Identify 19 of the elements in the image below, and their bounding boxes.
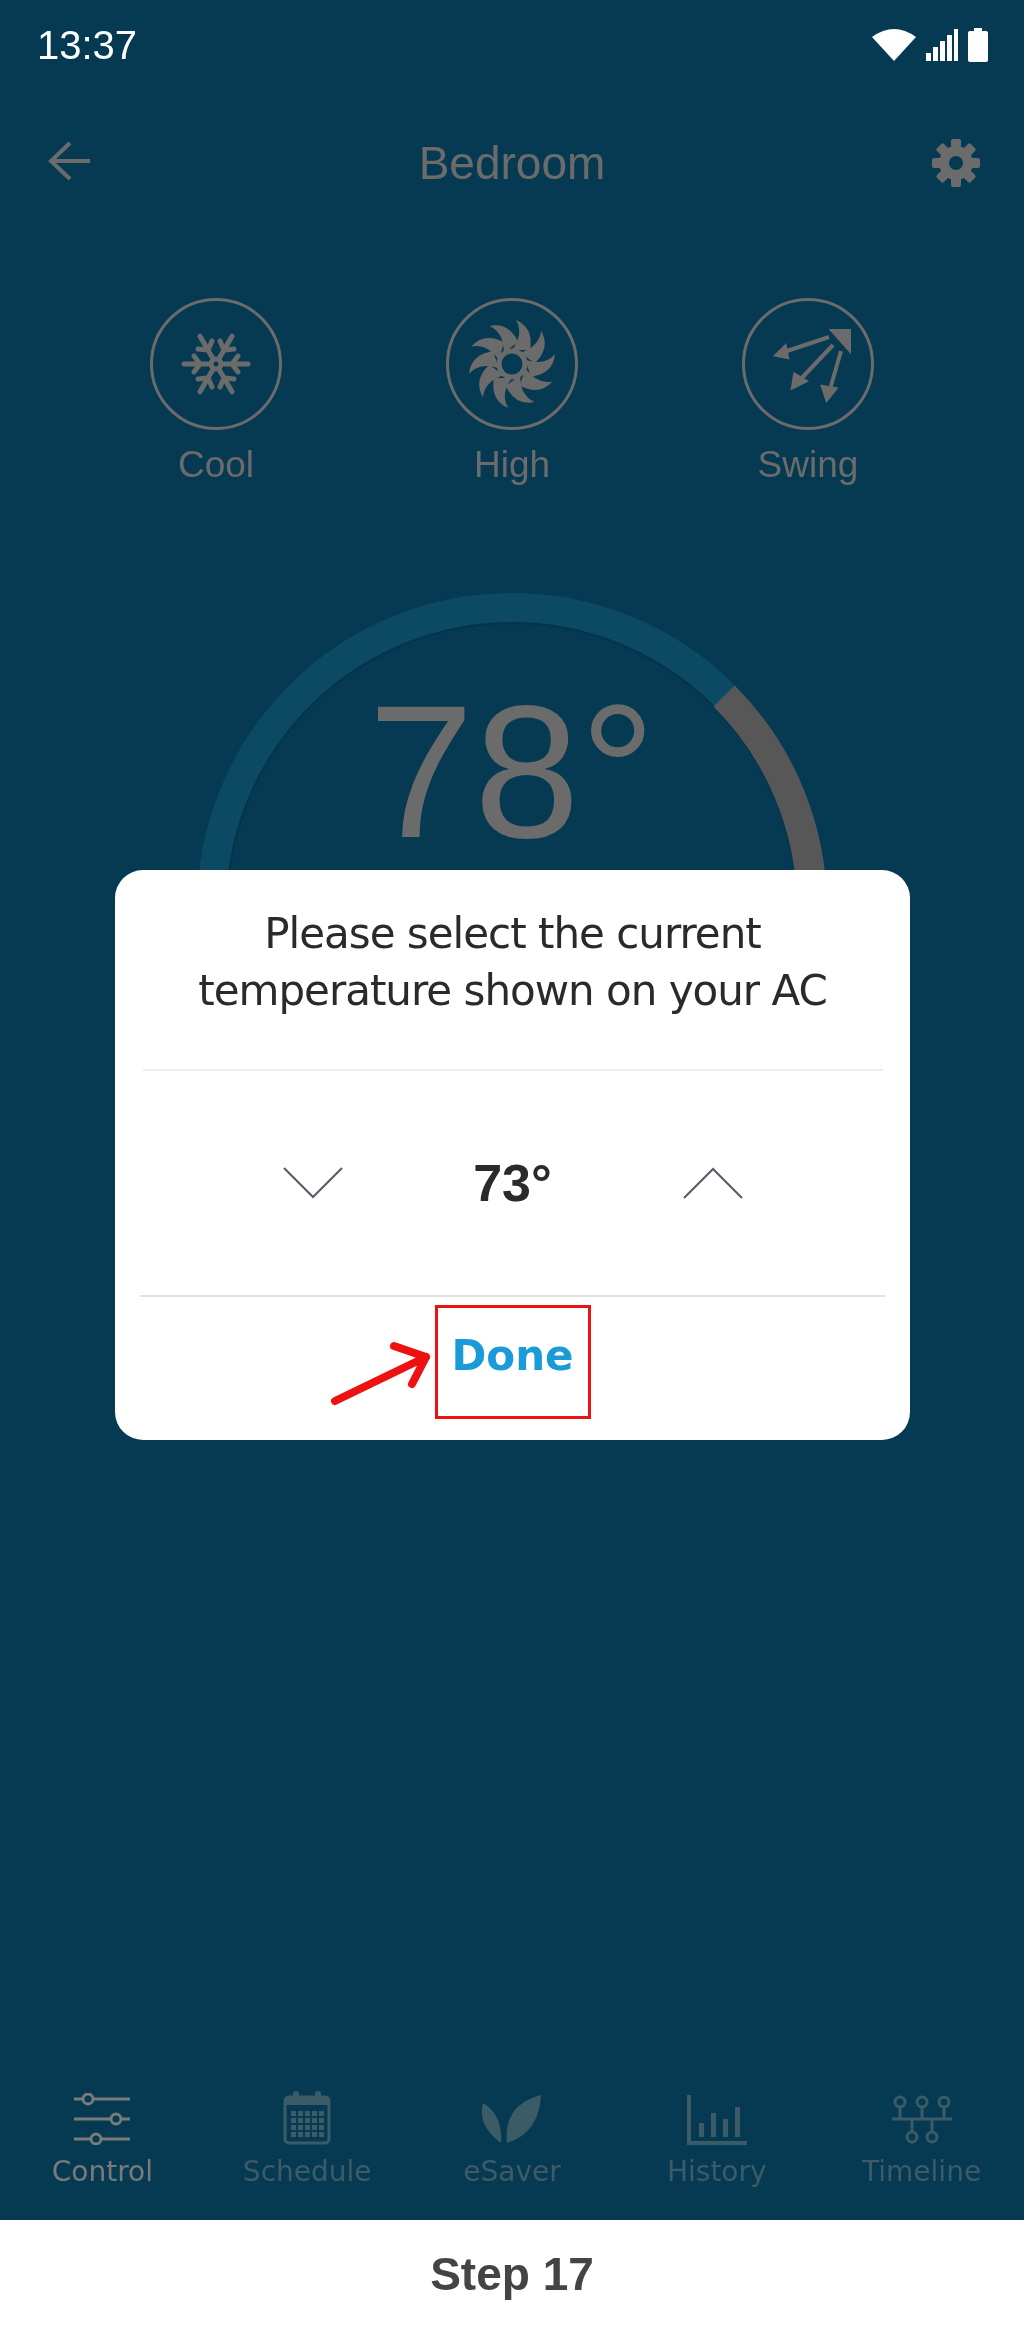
leaves-icon [481, 2095, 543, 2145]
battery-icon [968, 28, 988, 62]
increase-button[interactable] [682, 1167, 743, 1199]
wifi-icon [872, 29, 916, 61]
current-temperature: 78° [367, 676, 657, 866]
dialog-title: Please select the current temperature shown on your AC [197, 908, 828, 1017]
signal-icon [926, 29, 958, 61]
room-title: Bedroom [418, 135, 606, 190]
fan-icon [467, 319, 557, 409]
nav-tab[interactable]: Control [0, 2080, 205, 2188]
step-caption: Step 17 [430, 2246, 594, 2301]
status-time: 13:37 [37, 22, 138, 68]
sliders-icon [72, 2093, 133, 2145]
done-button[interactable]: Done [441, 1323, 584, 1388]
bar-chart-icon [686, 2095, 747, 2145]
decrease-button[interactable] [282, 1167, 343, 1199]
nodes-icon [891, 2095, 952, 2145]
calendar-icon [283, 2091, 332, 2145]
temperature-value: 73° [472, 1153, 553, 1213]
